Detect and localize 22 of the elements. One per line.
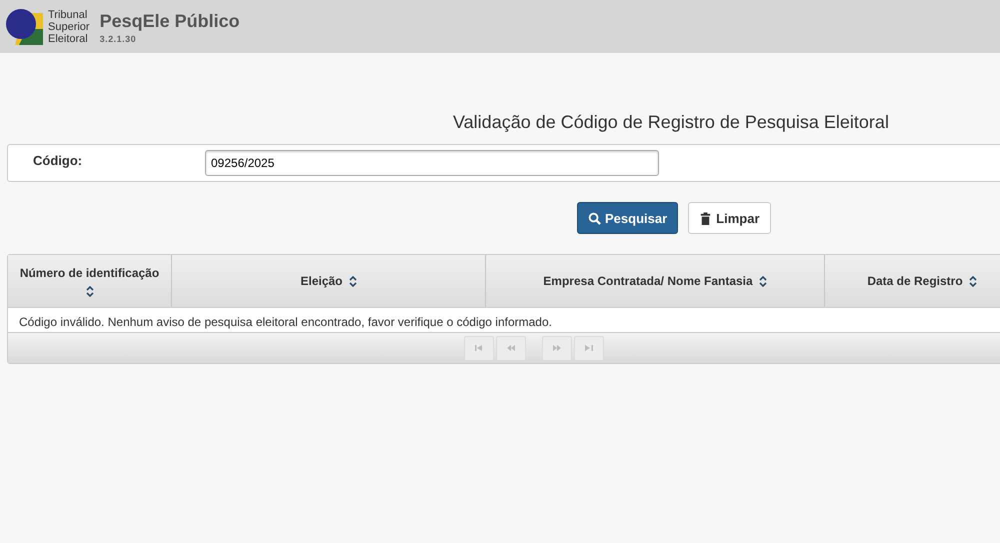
next-page-icon [552, 344, 562, 352]
column-header[interactable]: Eleição [172, 255, 486, 307]
empty-message: Código inválido. Nenhum aviso de pesquisa eleitoral encontrado, favor verifique o código informado. [8, 307, 1000, 333]
last-page-icon [584, 344, 594, 352]
column-header[interactable]: Data de Registro [825, 255, 1000, 307]
page-title: Validação de Código de Registro de Pesquisa Eleitoral [453, 112, 890, 134]
org-name-line: Eleitoral [48, 32, 89, 44]
previous-page-icon [506, 344, 516, 352]
clear-button[interactable]: Limpar [688, 202, 770, 234]
app-title: PesqEle Público [100, 11, 240, 32]
column-header[interactable]: Empresa Contratada/ Nome Fantasia [486, 255, 825, 307]
first-page-icon [474, 344, 484, 352]
logo-icon [5, 6, 45, 46]
field-label: Código: [33, 153, 84, 168]
org-name-line: Superior [48, 20, 90, 32]
org-name-line: Tribunal [48, 8, 88, 20]
trash-icon [699, 212, 712, 224]
column-header[interactable]: Número de identificação [8, 255, 172, 307]
code-input-field[interactable]: 09256/2025 [205, 150, 659, 176]
version-text: 3.2.1.30 [100, 34, 138, 44]
search-icon [588, 212, 601, 224]
search-button[interactable]: Pesquisar [577, 202, 678, 234]
